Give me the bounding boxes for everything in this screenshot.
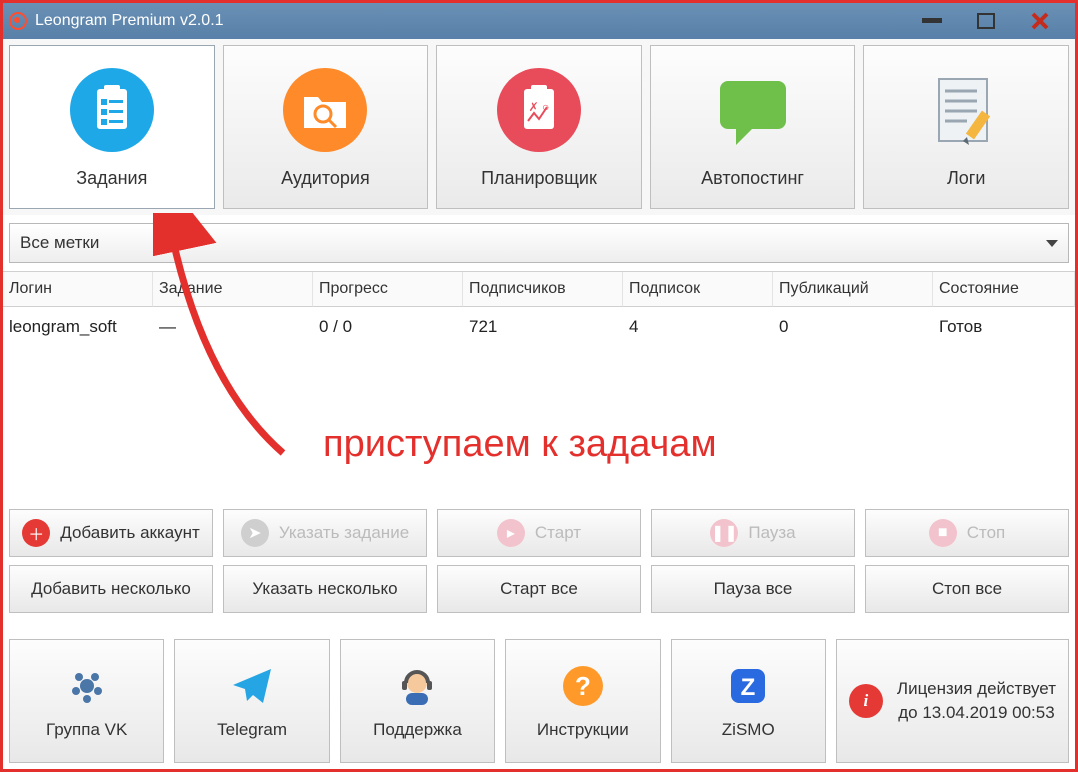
- cell-progress: 0 / 0: [313, 307, 463, 347]
- cell-login: leongram_soft: [3, 307, 153, 347]
- accounts-table: Логин Задание Прогресс Подписчиков Подпи…: [3, 271, 1075, 347]
- document-edit-icon: [922, 66, 1010, 154]
- cell-status: Готов: [933, 307, 1075, 347]
- tab-label: Планировщик: [481, 168, 597, 189]
- search-folder-icon: [281, 66, 369, 154]
- tab-label: Автопостинг: [701, 168, 804, 189]
- tab-tasks[interactable]: Задания: [9, 45, 215, 209]
- add-account-button[interactable]: ＋ Добавить аккаунт: [9, 509, 213, 557]
- svg-text:?: ?: [575, 671, 591, 701]
- stop-icon: ■: [929, 519, 957, 547]
- pause-icon: ❚❚: [710, 519, 738, 547]
- cursor-icon: ➤: [241, 519, 269, 547]
- col-progress[interactable]: Прогресс: [313, 272, 463, 307]
- telegram-icon: [228, 662, 276, 710]
- stop-all-button[interactable]: Стоп все: [865, 565, 1069, 613]
- app-icon: [9, 12, 27, 30]
- license-line1: Лицензия действует: [897, 677, 1056, 701]
- close-button[interactable]: [1029, 10, 1051, 32]
- start-all-button[interactable]: Старт все: [437, 565, 641, 613]
- chevron-down-icon: [1046, 240, 1058, 247]
- info-icon: i: [849, 684, 883, 718]
- cell-followers: 721: [463, 307, 623, 347]
- instructions-button[interactable]: ? Инструкции: [505, 639, 660, 763]
- pause-button[interactable]: ❚❚ Пауза: [651, 509, 855, 557]
- col-task[interactable]: Задание: [153, 272, 313, 307]
- col-status[interactable]: Состояние: [933, 272, 1075, 307]
- labels-filter-select[interactable]: Все метки: [9, 223, 1069, 263]
- clipboard-icon: [68, 66, 156, 154]
- maximize-button[interactable]: [975, 10, 997, 32]
- titlebar: Leongram Premium v2.0.1: [3, 3, 1075, 39]
- support-button[interactable]: Поддержка: [340, 639, 495, 763]
- stop-button[interactable]: ■ Стоп: [865, 509, 1069, 557]
- annotation-text: приступаем к задачам: [323, 423, 717, 466]
- cell-posts: 0: [773, 307, 933, 347]
- pause-all-button[interactable]: Пауза все: [651, 565, 855, 613]
- start-button[interactable]: ▸ Старт: [437, 509, 641, 557]
- tab-logs[interactable]: Логи: [863, 45, 1069, 209]
- telegram-button[interactable]: Telegram: [174, 639, 329, 763]
- tab-label: Логи: [947, 168, 985, 189]
- svg-text:Z: Z: [741, 674, 756, 701]
- cell-task: —: [153, 307, 313, 347]
- add-multiple-button[interactable]: Добавить несколько: [9, 565, 213, 613]
- vk-group-button[interactable]: Группа VK: [9, 639, 164, 763]
- table-row[interactable]: leongram_soft — 0 / 0 721 4 0 Готов: [3, 307, 1075, 347]
- tab-autoposting[interactable]: Автопостинг: [650, 45, 856, 209]
- help-icon: ?: [559, 662, 607, 710]
- set-multiple-button[interactable]: Указать несколько: [223, 565, 427, 613]
- set-task-button[interactable]: ➤ Указать задание: [223, 509, 427, 557]
- vk-icon: [63, 662, 111, 710]
- col-following[interactable]: Подписок: [623, 272, 773, 307]
- plus-icon: ＋: [22, 519, 50, 547]
- col-posts[interactable]: Публикаций: [773, 272, 933, 307]
- tab-label: Аудитория: [281, 168, 370, 189]
- window-title: Leongram Premium v2.0.1: [35, 12, 224, 30]
- main-tabs: Задания Аудитория ✗ ○ Планировщик Автопо…: [3, 39, 1075, 215]
- support-icon: [393, 662, 441, 710]
- tab-audience[interactable]: Аудитория: [223, 45, 429, 209]
- minimize-button[interactable]: [921, 10, 943, 32]
- play-icon: ▸: [497, 519, 525, 547]
- license-line2: до 13.04.2019 00:53: [897, 701, 1056, 725]
- col-followers[interactable]: Подписчиков: [463, 272, 623, 307]
- zismo-icon: Z: [724, 662, 772, 710]
- license-info: i Лицензия действует до 13.04.2019 00:53: [836, 639, 1069, 763]
- scheduler-icon: ✗ ○: [495, 66, 583, 154]
- tab-label: Задания: [76, 168, 147, 189]
- cell-following: 4: [623, 307, 773, 347]
- tab-scheduler[interactable]: ✗ ○ Планировщик: [436, 45, 642, 209]
- speech-bubble-icon: [709, 66, 797, 154]
- zismo-button[interactable]: Z ZiSMO: [671, 639, 826, 763]
- col-login[interactable]: Логин: [3, 272, 153, 307]
- filter-selected-value: Все метки: [20, 233, 99, 253]
